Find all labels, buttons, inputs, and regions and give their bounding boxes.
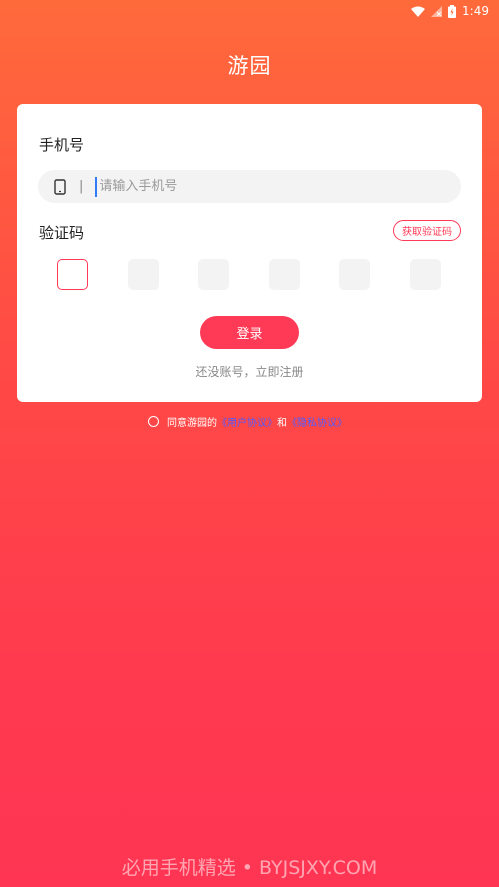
phone-label: 手机号	[39, 136, 85, 154]
code-label: 验证码	[39, 224, 85, 242]
get-code-button[interactable]: 获取验证码	[393, 220, 461, 241]
input-separator: |	[79, 179, 84, 194]
agreement-row: 同意游园的 《用户协议》 和 《隐私协议》	[148, 414, 347, 429]
no-signal-icon	[431, 5, 443, 17]
page-title: 游园	[227, 54, 272, 78]
status-bar: 1:49	[0, 0, 499, 22]
phone-input[interactable]	[95, 176, 422, 197]
agreement-prefix: 同意游园的	[167, 418, 217, 429]
battery-icon	[448, 4, 457, 18]
privacy-policy-link[interactable]: 《隐私协议》	[287, 414, 347, 429]
user-agreement-link[interactable]: 《用户协议》	[217, 414, 277, 429]
status-time: 1:49	[462, 4, 489, 18]
agreement-and: 和	[277, 418, 287, 429]
phone-field[interactable]: |	[38, 170, 461, 203]
code-digit-box[interactable]	[269, 259, 300, 290]
watermark: 必用手机精选 • BYJSJXY.COM	[121, 857, 378, 879]
agreement-checkbox[interactable]	[148, 416, 159, 427]
wifi-icon	[411, 6, 426, 17]
code-input-group	[57, 259, 447, 291]
login-card: 手机号 | 验证码 获取验证码 登录 还没账号，立即注册	[17, 104, 482, 402]
register-link[interactable]: 还没账号，立即注册	[17, 363, 482, 380]
code-digit-box[interactable]	[57, 259, 88, 290]
code-digit-box[interactable]	[198, 259, 229, 290]
mobile-phone-icon	[54, 178, 66, 195]
login-button[interactable]: 登录	[200, 316, 299, 349]
code-digit-box[interactable]	[339, 259, 370, 290]
code-digit-box[interactable]	[410, 259, 441, 290]
code-digit-box[interactable]	[128, 259, 159, 290]
